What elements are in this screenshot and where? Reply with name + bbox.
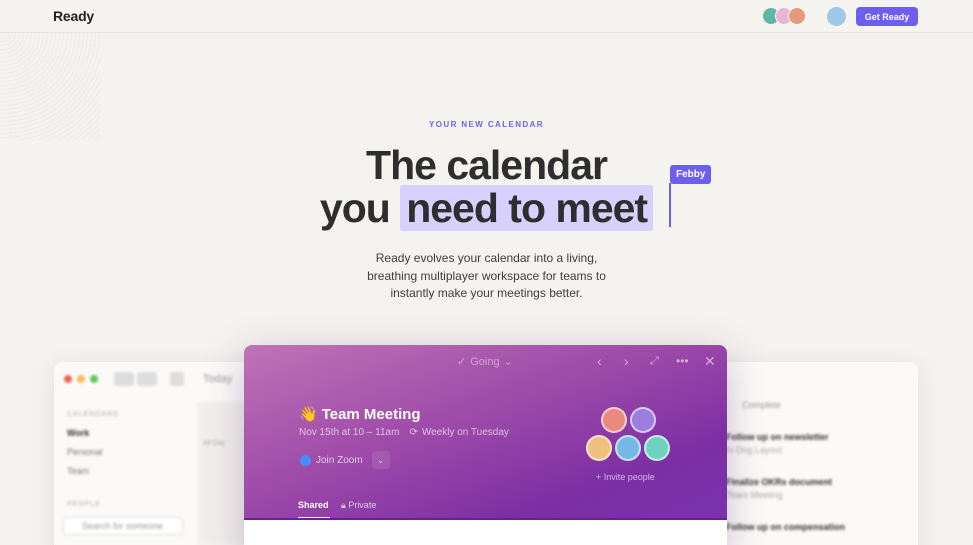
sidebar-item-team[interactable]: Team — [67, 462, 119, 481]
maximize-dot — [90, 375, 98, 383]
repeat-icon: ⟳ — [409, 427, 418, 438]
hero-title-line-2: you need to meet — [0, 185, 973, 231]
subtitle-line: Ready evolves your calendar into a livin… — [375, 251, 598, 265]
next-icon[interactable]: › — [624, 353, 629, 369]
sidebar-section-header: PEOPLE — [67, 501, 102, 508]
top-nav: Ready Get Ready — [0, 0, 973, 33]
calendar-view-icon[interactable] — [114, 372, 134, 386]
subtitle-line: breathing multiplayer workspace for team… — [367, 268, 606, 283]
join-zoom-button[interactable]: Join Zoom ⌄ — [300, 451, 390, 469]
avatar[interactable] — [586, 435, 612, 461]
window-controls — [64, 375, 98, 383]
hero-title-highlight: need to meet — [400, 185, 654, 231]
avatar — [788, 7, 806, 25]
avatar-stack — [762, 7, 806, 25]
grid-view-icon[interactable] — [137, 372, 157, 386]
meeting-title: 👋 Team Meeting — [299, 405, 421, 424]
sidebar: CALENDARS Work Personal Team PEOPLE — [67, 405, 119, 514]
rsvp-status: Going — [470, 355, 500, 368]
hero-subtitle: Ready evolves your calendar into a livin… — [0, 250, 973, 303]
task-title: Follow up on compensation — [726, 522, 845, 532]
close-dot — [64, 375, 72, 383]
tasks-panel: Complete Follow up on newsletter In Dog … — [726, 400, 911, 532]
zoom-icon — [300, 454, 311, 466]
wave-emoji: 👋 — [299, 406, 318, 423]
more-icon[interactable]: ••• — [676, 354, 689, 368]
hero-title-line-1: The calendar — [366, 142, 608, 188]
chevron-down-icon: ⌄ — [503, 356, 513, 368]
attendee-avatars — [584, 407, 674, 467]
task-meta: Team Meeting — [726, 490, 783, 500]
lock-icon: 🔒︎ — [341, 500, 346, 510]
task-item[interactable]: Follow up on compensation — [726, 522, 911, 532]
tab-shared[interactable]: Shared — [298, 500, 329, 510]
collab-cursor-label: Febby — [670, 165, 712, 184]
previous-icon[interactable]: ‹ — [597, 353, 602, 369]
tab-private[interactable]: 🔒︎ Private — [341, 500, 376, 511]
meeting-recurrence: Weekly on Tuesday — [421, 427, 509, 438]
meeting-card: ✓ Going ⌄ ‹ › ⤢ ••• ✕ 👋 Team Meeting Nov… — [244, 345, 727, 545]
eyebrow-text: YOUR NEW CALENDAR — [429, 120, 544, 129]
sidebar-item-personal[interactable]: Personal — [67, 443, 119, 462]
sidebar-toggle-icon[interactable] — [170, 372, 184, 386]
meeting-notes-area[interactable] — [244, 520, 727, 545]
get-ready-button[interactable]: Get Ready — [856, 7, 918, 26]
chevron-down-icon[interactable]: ⌄ — [371, 451, 390, 469]
today-button[interactable]: Today — [203, 373, 232, 385]
tab-complete[interactable]: Complete — [742, 400, 781, 410]
task-item[interactable]: Finalize OKRs document Team Meeting — [726, 477, 911, 500]
avatar[interactable] — [601, 407, 627, 433]
tab-private-label: Private — [348, 500, 377, 510]
meeting-datetime: Nov 15th at 10 – 11am — [299, 427, 400, 438]
task-title: Finalize OKRs document — [726, 477, 833, 487]
minimize-dot — [77, 375, 85, 383]
invite-people-button[interactable]: + Invite people — [596, 472, 655, 482]
all-day-label: All Day — [203, 440, 226, 447]
expand-icon[interactable]: ⤢ — [650, 355, 659, 368]
sidebar-section-header: CALENDARS — [67, 411, 119, 418]
meeting-title-text: Team Meeting — [321, 405, 421, 423]
check-icon: ✓ — [457, 356, 467, 368]
avatar[interactable] — [644, 435, 670, 461]
people-search-input[interactable]: Search for someone — [63, 517, 183, 535]
task-item[interactable]: Follow up on newsletter In Dog Layout — [726, 432, 911, 455]
sidebar-item-work[interactable]: Work — [67, 424, 119, 443]
meeting-time: Nov 15th at 10 – 11am ⟳ Weekly on Tuesda… — [299, 427, 509, 438]
rsvp-dropdown[interactable]: ✓ Going ⌄ — [457, 355, 513, 369]
collab-cursor — [669, 183, 671, 227]
avatar[interactable] — [615, 435, 641, 461]
hero-title-prefix: you — [319, 185, 391, 231]
task-meta: In Dog Layout — [726, 445, 783, 455]
task-title: Follow up on newsletter — [726, 432, 829, 442]
logo[interactable]: Ready — [53, 8, 94, 24]
calendar-day-column: All Day — [197, 402, 247, 545]
avatar[interactable] — [630, 407, 656, 433]
subtitle-line: instantly make your meetings better. — [390, 286, 583, 300]
close-icon[interactable]: ✕ — [704, 353, 716, 370]
user-avatar[interactable] — [827, 7, 846, 26]
join-zoom-label: Join Zoom — [316, 454, 363, 466]
